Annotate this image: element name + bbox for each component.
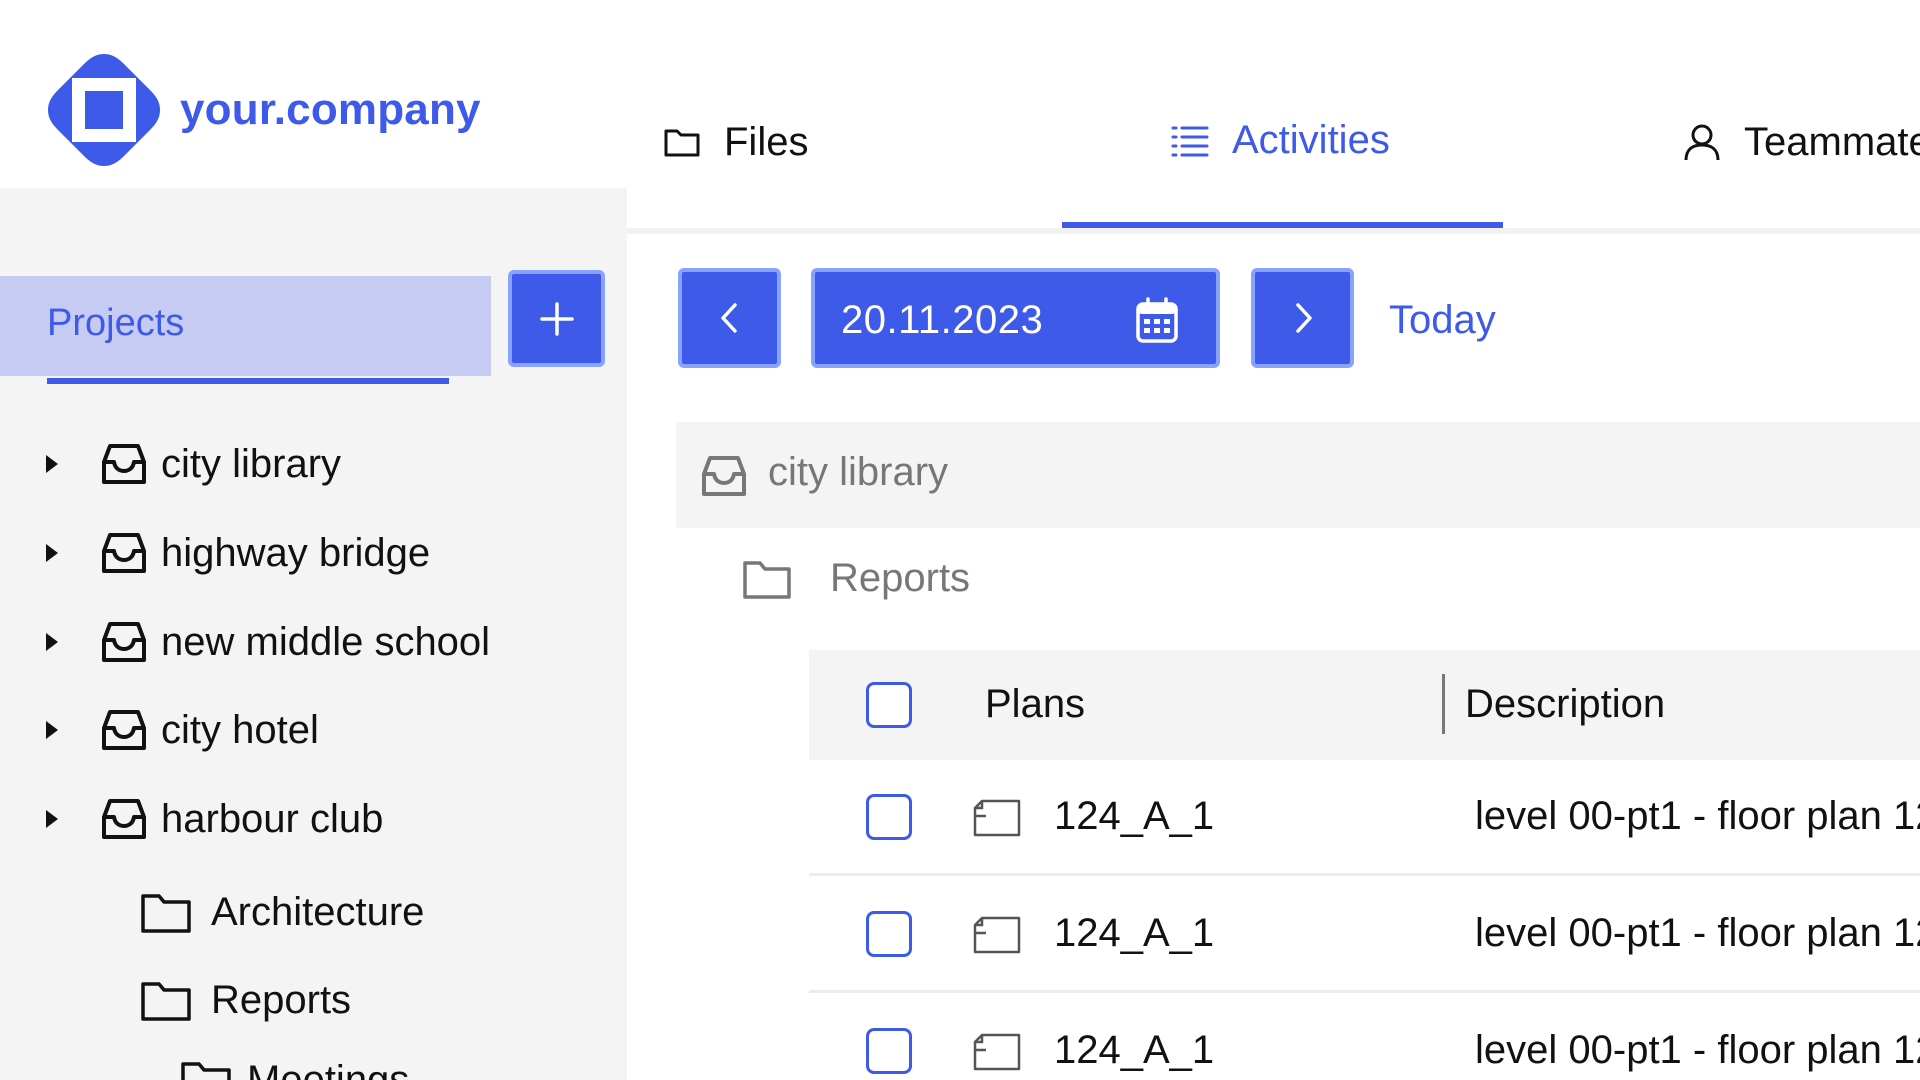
row-description: level 00-pt1 - floor plan 12: [1475, 794, 1920, 838]
expand-caret-icon[interactable]: [46, 455, 58, 473]
tree-item-label: new middle school: [161, 619, 491, 664]
projects-tab-indicator: [47, 378, 449, 384]
column-header-plans[interactable]: Plans: [985, 682, 1085, 727]
tree-item-label: city library: [161, 441, 342, 486]
folder-icon: [181, 1062, 231, 1080]
column-resize-handle[interactable]: [1442, 674, 1445, 734]
inbox-icon: [102, 799, 146, 839]
folder-row-label: Reports: [830, 556, 971, 600]
tab-activities-label: Activities: [1232, 117, 1390, 162]
row-plan-name: 124_A_1: [1054, 911, 1215, 955]
plan-document-icon: [973, 799, 1021, 837]
previous-date-button[interactable]: [678, 268, 781, 368]
project-header-label: city library: [768, 450, 949, 494]
next-date-button[interactable]: [1251, 268, 1354, 368]
table-row[interactable]: 124_A_1 level 00-pt1 - floor plan 12: [809, 877, 1920, 993]
calendar-icon[interactable]: [1135, 296, 1179, 344]
plus-icon: [539, 301, 574, 336]
tree-item-label: city hotel: [161, 707, 319, 752]
folder-icon: [664, 129, 700, 157]
table-row[interactable]: 124_A_1 level 00-pt1 - floor plan 12: [809, 994, 1920, 1080]
tree-item-label: highway bridge: [161, 530, 431, 575]
inbox-icon: [102, 710, 146, 750]
expand-caret-icon[interactable]: [46, 810, 58, 828]
add-project-button[interactable]: [508, 270, 605, 367]
tab-teammates-label: Teammate: [1744, 119, 1920, 164]
table-header: Plans Description: [809, 650, 1920, 760]
user-icon: [1684, 124, 1720, 161]
row-checkbox[interactable]: [866, 1028, 912, 1074]
row-description: level 00-pt1 - floor plan 12: [1475, 1028, 1920, 1072]
brand-name: your.company: [180, 85, 481, 134]
row-plan-name: 124_A_1: [1054, 794, 1215, 838]
chevron-right-icon: [1295, 303, 1312, 333]
today-link[interactable]: Today: [1389, 298, 1496, 343]
expand-caret-icon[interactable]: [46, 544, 58, 562]
inbox-icon: [102, 622, 146, 662]
row-plan-name: 124_A_1: [1054, 1028, 1215, 1072]
plan-document-icon: [973, 1033, 1021, 1071]
column-header-description[interactable]: Description: [1465, 682, 1665, 727]
tree-subitem-label: Architecture: [211, 889, 425, 934]
folder-icon: [743, 560, 791, 599]
expand-caret-icon[interactable]: [46, 633, 58, 651]
select-all-checkbox[interactable]: [866, 682, 912, 728]
projects-tab[interactable]: Projects: [0, 276, 491, 376]
expand-caret-icon[interactable]: [46, 721, 58, 739]
row-checkbox[interactable]: [866, 794, 912, 840]
tab-files[interactable]: Files: [662, 112, 808, 172]
folder-icon: [141, 982, 191, 1021]
folder-row-reports[interactable]: Reports: [742, 556, 970, 601]
inbox-icon: [102, 444, 146, 484]
date-picker-field[interactable]: 20.11.2023: [811, 268, 1220, 368]
active-tab-indicator: [1062, 222, 1503, 228]
tab-activities[interactable]: Activities: [1170, 110, 1390, 170]
row-checkbox[interactable]: [866, 911, 912, 957]
project-header[interactable]: city library: [676, 422, 1920, 528]
plan-document-icon: [973, 916, 1021, 954]
inbox-icon: [102, 533, 146, 573]
inbox-icon: [702, 456, 746, 496]
chevron-left-icon: [720, 303, 737, 333]
table-row[interactable]: 124_A_1 level 00-pt1 - floor plan 12: [809, 760, 1920, 876]
tree-item-label: harbour club: [161, 796, 384, 841]
tabs-divider: [627, 228, 1920, 234]
list-icon: [1171, 126, 1209, 157]
tab-teammates[interactable]: Teammate: [1682, 112, 1920, 172]
tree-subitem-label: Meetings: [247, 1057, 410, 1080]
brand[interactable]: your.company: [44, 50, 481, 170]
date-value: 20.11.2023: [841, 298, 1044, 342]
tree-subitem-label: Reports: [211, 977, 352, 1022]
row-description: level 00-pt1 - floor plan 12: [1475, 911, 1920, 955]
tab-files-label: Files: [724, 119, 809, 164]
projects-label: Projects: [47, 302, 185, 344]
company-logo-icon: [48, 54, 160, 166]
folder-icon: [141, 894, 191, 933]
